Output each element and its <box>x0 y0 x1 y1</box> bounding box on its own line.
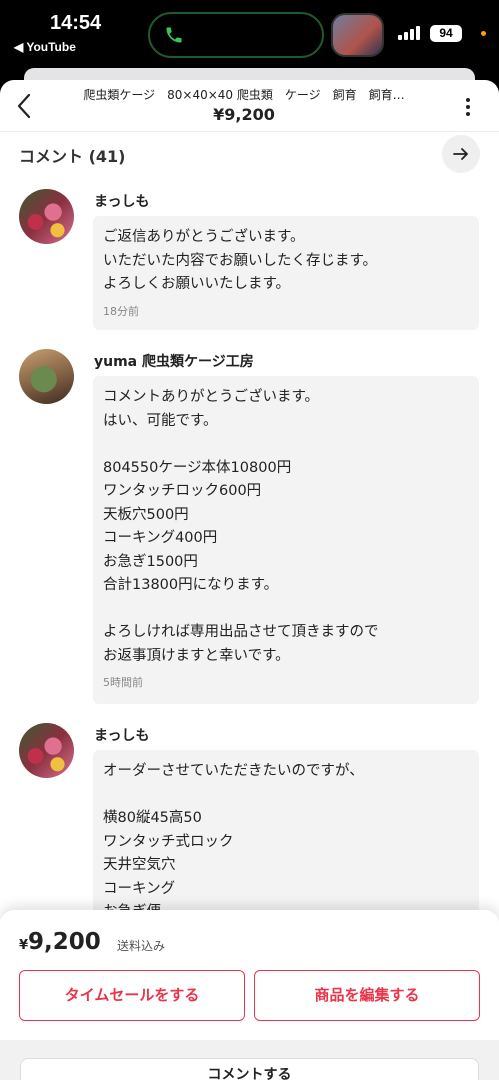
item-price: ¥9,200 <box>213 105 275 124</box>
status-time: 14:54 <box>50 12 102 34</box>
status-bar: 14:54 ◀ YouTube 94 <box>0 0 499 62</box>
timesale-button[interactable]: タイムセールをする <box>19 970 245 1021</box>
more-options-icon[interactable] <box>458 96 478 118</box>
sheet-header: 爬虫類ケージ 80×40×40 爬虫類 ケージ 飼育 飼育… ¥9,200 <box>0 80 499 132</box>
phone-call-icon <box>166 27 182 43</box>
privacy-indicator-dot <box>481 31 486 36</box>
edit-item-button[interactable]: 商品を編集する <box>254 970 480 1021</box>
yen-symbol: ¥ <box>19 938 29 953</box>
comment-bubble: ご返信ありがとうございます。 いただいた内容でお願いしたく存じます。 よろしくお… <box>93 216 479 330</box>
comment-author[interactable]: まっしも <box>94 191 149 211</box>
comment-author[interactable]: yuma 爬虫類ケージ工房 <box>94 351 254 371</box>
back-to-app-link[interactable]: ◀ YouTube <box>14 40 76 54</box>
dynamic-island[interactable] <box>148 12 324 58</box>
avatar[interactable] <box>19 189 74 244</box>
battery-icon: 94 <box>430 25 462 42</box>
avatar[interactable] <box>19 723 74 778</box>
comment-bubble: コメントありがとうございます。 はい、可能です。 804550ケージ本体1080… <box>93 376 479 704</box>
avatar[interactable] <box>19 349 74 404</box>
arrow-right-icon[interactable] <box>442 135 480 173</box>
pip-video-thumbnail[interactable] <box>331 13 384 57</box>
comment-text: オーダーさせていただきたいのですが、 横80縦45高50 ワンタッチ式ロック 天… <box>103 763 364 920</box>
back-chevron-icon[interactable] <box>12 92 36 120</box>
comment-text: コメントありがとうございます。 はい、可能です。 804550ケージ本体1080… <box>103 389 379 664</box>
comment-author[interactable]: まっしも <box>94 725 149 745</box>
comment-time: 5時間前 <box>103 676 143 689</box>
comments-heading: コメント (41) <box>19 147 126 166</box>
comment-time: 18分前 <box>103 304 139 318</box>
cellular-signal-icon <box>398 26 420 40</box>
bottom-price: ¥9,200 <box>19 929 101 955</box>
comment-button[interactable]: コメントする <box>20 1058 479 1080</box>
bottom-action-bar: ¥9,200 送料込み タイムセールをする 商品を編集する <box>0 910 499 1040</box>
bottom-price-value: 9,200 <box>28 929 101 955</box>
comment-text: ご返信ありがとうございます。 いただいた内容でお願いしたく存じます。 よろしくお… <box>103 229 378 292</box>
item-title: 爬虫類ケージ 80×40×40 爬虫類 ケージ 飼育 飼育… <box>83 88 405 102</box>
shipping-included-label: 送料込み <box>117 939 166 953</box>
